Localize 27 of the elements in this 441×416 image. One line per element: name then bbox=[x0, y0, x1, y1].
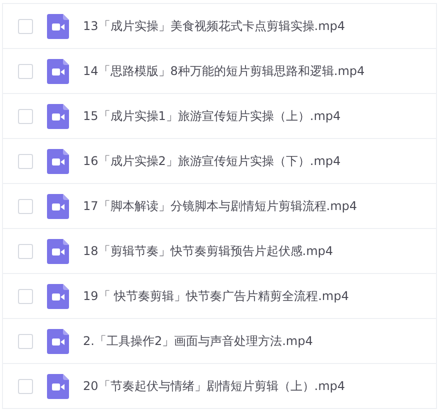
checkbox[interactable] bbox=[18, 288, 33, 304]
file-name[interactable]: 13「成片实操」美食视频花式卡点剪辑实操.mp4 bbox=[83, 18, 346, 34]
video-file-icon bbox=[47, 238, 69, 264]
video-file-icon bbox=[47, 284, 69, 308]
checkbox[interactable] bbox=[18, 334, 33, 348]
file-name[interactable]: 14「思路模版」8种万能的短片剪辑思路和逻辑.mp4 bbox=[83, 62, 365, 80]
video-file-icon bbox=[47, 148, 69, 174]
video-file-icon bbox=[47, 328, 69, 354]
file-name[interactable]: 18「剪辑节奏」快节奏剪辑预告片起伏感.mp4 bbox=[83, 242, 334, 260]
video-file-icon bbox=[47, 374, 69, 398]
checkbox[interactable] bbox=[18, 244, 33, 258]
checkbox[interactable] bbox=[18, 108, 33, 124]
file-name[interactable]: 19「 快节奏剪辑」快节奏广告片精剪全流程.mp4 bbox=[83, 288, 349, 304]
checkbox[interactable] bbox=[18, 378, 33, 394]
video-file-icon bbox=[47, 104, 69, 128]
file-name[interactable]: 2.「工具操作2」画面与声音处理方法.mp4 bbox=[83, 332, 313, 350]
video-file-icon bbox=[47, 14, 69, 38]
video-file-icon bbox=[47, 194, 69, 218]
file-name[interactable]: 15「成片实操1」旅游宣传短片实操（上）.mp4 bbox=[83, 108, 341, 124]
file-name[interactable]: 20「节奏起伏与情绪」剧情短片剪辑（上）.mp4 bbox=[83, 378, 346, 394]
file-name[interactable]: 17「脚本解读」分镜脚本与剧情短片剪辑流程.mp4 bbox=[83, 198, 358, 214]
checkbox[interactable] bbox=[18, 198, 33, 214]
checkbox[interactable] bbox=[18, 154, 33, 168]
video-file-icon bbox=[47, 58, 69, 84]
checkbox[interactable] bbox=[18, 64, 33, 78]
checkbox[interactable] bbox=[18, 18, 33, 34]
file-name[interactable]: 16「成片实操2」旅游宣传短片实操（下）.mp4 bbox=[83, 152, 341, 170]
